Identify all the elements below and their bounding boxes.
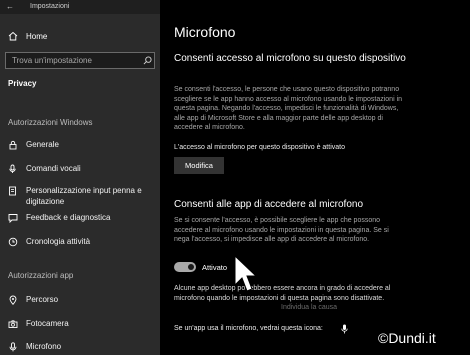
- section-windows-permissions: Autorizzazioni Windows: [8, 118, 93, 127]
- desktop-apps-note: Alcune app desktop potrebbero essere anc…: [174, 285, 391, 302]
- microphone-icon: [9, 342, 17, 352]
- back-arrow-icon[interactable]: ←: [6, 2, 14, 11]
- sidebar-item-label: Cronologia attività: [26, 237, 91, 246]
- apps-access-toggle[interactable]: [174, 262, 196, 272]
- toggle-state-label: Attivato: [202, 263, 228, 272]
- modify-button[interactable]: Modifica: [174, 157, 224, 174]
- sidebar: ← Impostazioni Home Trova un'impostazion…: [0, 0, 160, 355]
- camera-icon: [8, 320, 18, 328]
- apps-access-heading: Consenti alle app di accedere al microfo…: [174, 199, 363, 210]
- device-access-status: L'accesso al microfono per questo dispos…: [174, 144, 345, 151]
- mouse-cursor-icon: [234, 255, 257, 292]
- sidebar-item-feedback[interactable]: Feedback e diagnostica: [8, 212, 158, 223]
- sidebar-item-label: Microfono: [26, 342, 62, 351]
- activity-history-icon: [8, 237, 18, 247]
- privacy-heading: Privacy: [8, 79, 37, 88]
- section-app-permissions: Autorizzazioni app: [8, 271, 74, 280]
- window-title: Impostazioni: [30, 3, 70, 10]
- microphone-speech-icon: [9, 164, 16, 173]
- sidebar-item-cronologia[interactable]: Cronologia attività: [8, 236, 158, 247]
- lock-icon: [9, 140, 17, 150]
- sidebar-item-label: Feedback e diagnostica: [26, 213, 111, 222]
- page-title: Microfono: [174, 24, 236, 40]
- device-access-description: Se consenti l'accesso, le persone che us…: [174, 86, 403, 132]
- sidebar-item-percorso[interactable]: Percorso: [8, 294, 158, 305]
- sidebar-item-fotocamera[interactable]: Fotocamera: [8, 318, 158, 329]
- sidebar-item-label: Personalizzazione input penna e digitazi…: [26, 186, 142, 206]
- sidebar-item-microfono[interactable]: Microfono: [8, 341, 158, 352]
- sidebar-item-input-penna[interactable]: Personalizzazione input penna e digitazi…: [8, 185, 158, 207]
- sidebar-item-label: Comandi vocali: [26, 164, 81, 173]
- main-content: Microfono Consenti accesso al microfono …: [160, 0, 470, 355]
- home-icon: [8, 31, 18, 41]
- sidebar-item-generale[interactable]: Generale: [8, 139, 158, 150]
- search-placeholder: Trova un'impostazione: [12, 56, 92, 65]
- search-input[interactable]: Trova un'impostazione: [5, 52, 155, 69]
- title-bar: ← Impostazioni: [0, 0, 160, 14]
- feedback-icon: [8, 214, 18, 223]
- find-cause-link[interactable]: Individua la causa: [281, 304, 337, 311]
- mic-indicator-text: Se un'app usa il microfono, vedrai quest…: [174, 325, 323, 332]
- sidebar-item-label: Generale: [26, 140, 59, 149]
- location-icon: [9, 295, 17, 305]
- notepad-pen-icon: [9, 186, 16, 196]
- sidebar-item-label: Percorso: [26, 295, 59, 304]
- home-label: Home: [26, 31, 48, 41]
- watermark: ©Dundi.it: [378, 330, 436, 346]
- apps-access-description: Se si consente l'accesso, è possibile sc…: [174, 217, 389, 244]
- device-access-heading: Consenti accesso al microfono su questo …: [174, 53, 406, 64]
- toggle-knob: [188, 264, 194, 270]
- sidebar-item-comandi-vocali[interactable]: Comandi vocali: [8, 163, 158, 174]
- search-icon[interactable]: [140, 54, 154, 68]
- microphone-indicator-icon: [341, 324, 348, 334]
- sidebar-item-label: Fotocamera: [26, 319, 69, 328]
- home-nav-item[interactable]: Home: [8, 28, 158, 44]
